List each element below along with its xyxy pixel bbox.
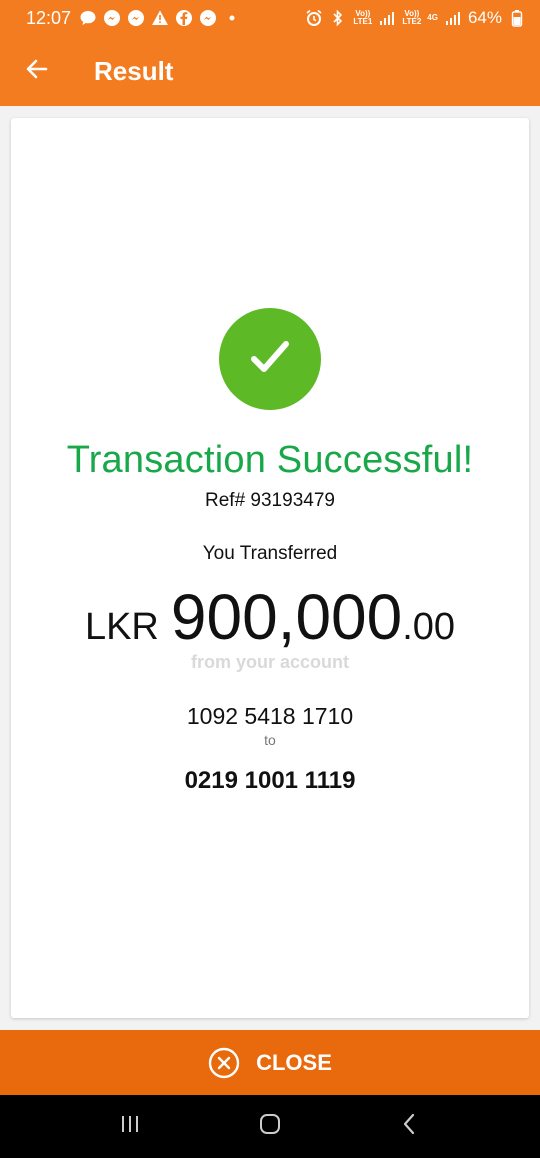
close-button-label: CLOSE: [256, 1049, 332, 1075]
bluetooth-icon: [329, 9, 347, 27]
back-nav-button[interactable]: [390, 1107, 430, 1147]
from-account-number: 1092 5418 1710: [186, 703, 354, 729]
chevron-left-icon: [398, 1112, 422, 1141]
alarm-icon: [305, 9, 323, 27]
facebook-icon: [175, 9, 193, 27]
home-icon: [258, 1112, 282, 1141]
check-icon: [245, 332, 295, 387]
status-bar: 12:07 Vo)) LTE1 Vo)) LTE2 4G 64%: [0, 0, 540, 36]
amount-cents: .00: [402, 606, 456, 648]
transferred-label: You Transferred: [202, 543, 338, 564]
lte1-indicator: Vo)) LTE1: [353, 9, 373, 26]
reference-number: Ref# 93193479: [205, 490, 335, 511]
currency-code: LKR: [84, 606, 159, 648]
battery-percent: 64%: [467, 8, 502, 27]
network-type: 4G: [427, 13, 438, 22]
close-circle-icon: [208, 1047, 240, 1079]
back-button[interactable]: [17, 51, 57, 91]
dot-icon: [223, 9, 241, 27]
recent-apps-button[interactable]: [110, 1107, 150, 1147]
page-title: Result: [94, 55, 174, 86]
signal-icon: [444, 9, 462, 27]
messenger-icon: [199, 9, 217, 27]
success-badge: [219, 308, 321, 410]
warning-icon: [151, 9, 169, 27]
transaction-status-title: Transaction Successful!: [66, 439, 474, 481]
messenger-icon: [103, 9, 121, 27]
app-bar: Result: [0, 36, 540, 106]
home-button[interactable]: [250, 1107, 290, 1147]
chat-icon: [79, 9, 97, 27]
recent-apps-icon: [118, 1112, 142, 1141]
system-nav-bar: [0, 1095, 540, 1158]
close-button[interactable]: CLOSE: [0, 1030, 540, 1095]
system-icons: Vo)) LTE1 Vo)) LTE2 4G 64%: [305, 8, 526, 28]
signal-icon: [378, 9, 396, 27]
battery-icon: [508, 9, 526, 27]
amount-main: 900,000: [170, 581, 403, 653]
arrow-left-icon: [24, 56, 50, 87]
from-label: from your account: [190, 652, 350, 672]
to-label: to: [264, 732, 276, 748]
notification-icons: [79, 9, 241, 27]
amount-display: LKR 900,000 .00: [11, 580, 529, 654]
lte2-indicator: Vo)) LTE2: [402, 9, 422, 26]
to-account-number: 0219 1001 1119: [184, 767, 356, 794]
status-time: 12:07: [26, 7, 72, 28]
result-card: Transaction Successful! Ref# 93193479 Yo…: [11, 118, 529, 1018]
messenger-icon: [127, 9, 145, 27]
